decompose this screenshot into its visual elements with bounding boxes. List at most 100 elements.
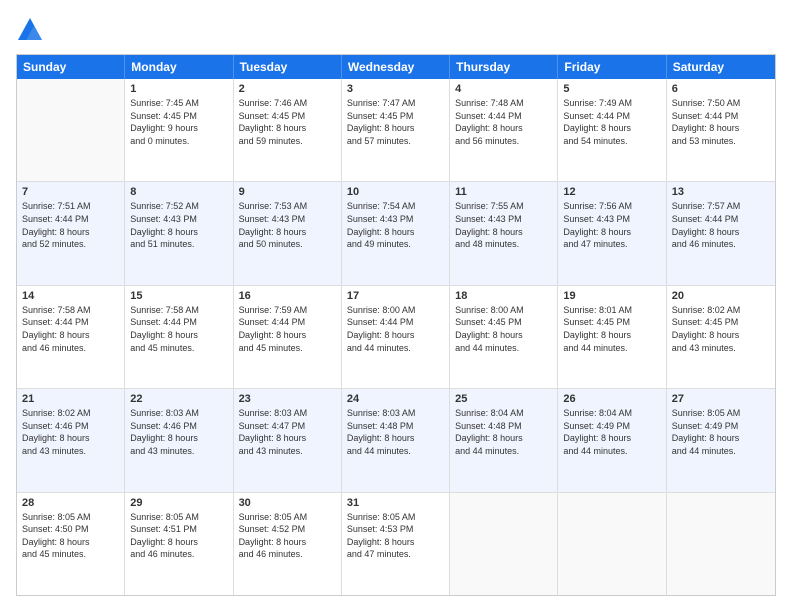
cell-line: Sunrise: 8:05 AM	[22, 511, 119, 524]
logo	[16, 16, 48, 44]
cell-line: Daylight: 8 hours	[130, 226, 227, 239]
cell-line: Daylight: 8 hours	[455, 432, 552, 445]
cell-line: and 59 minutes.	[239, 135, 336, 148]
cal-header-wednesday: Wednesday	[342, 55, 450, 79]
cell-line: Sunset: 4:47 PM	[239, 420, 336, 433]
cell-line: Sunset: 4:49 PM	[672, 420, 770, 433]
cell-line: and 56 minutes.	[455, 135, 552, 148]
cal-cell-day-29: 29Sunrise: 8:05 AMSunset: 4:51 PMDayligh…	[125, 493, 233, 595]
day-number: 9	[239, 186, 336, 198]
cell-line: Sunrise: 8:02 AM	[22, 407, 119, 420]
cell-line: Sunset: 4:48 PM	[455, 420, 552, 433]
cell-line: Sunset: 4:44 PM	[22, 316, 119, 329]
cell-line: and 53 minutes.	[672, 135, 770, 148]
cell-line: Sunrise: 7:55 AM	[455, 200, 552, 213]
cell-line: Sunrise: 8:04 AM	[455, 407, 552, 420]
cell-line: Daylight: 8 hours	[672, 329, 770, 342]
cell-line: Sunset: 4:49 PM	[563, 420, 660, 433]
cell-line: Daylight: 8 hours	[22, 536, 119, 549]
cell-line: Daylight: 8 hours	[239, 329, 336, 342]
cal-cell-day-24: 24Sunrise: 8:03 AMSunset: 4:48 PMDayligh…	[342, 389, 450, 491]
cell-line: Sunrise: 8:05 AM	[239, 511, 336, 524]
cell-line: Sunrise: 8:01 AM	[563, 304, 660, 317]
cal-cell-day-4: 4Sunrise: 7:48 AMSunset: 4:44 PMDaylight…	[450, 79, 558, 181]
cell-line: and 0 minutes.	[130, 135, 227, 148]
cell-line: Sunset: 4:45 PM	[563, 316, 660, 329]
page: SundayMondayTuesdayWednesdayThursdayFrid…	[0, 0, 792, 612]
day-number: 21	[22, 393, 119, 405]
cal-week-2: 7Sunrise: 7:51 AMSunset: 4:44 PMDaylight…	[17, 182, 775, 285]
cal-cell-day-6: 6Sunrise: 7:50 AMSunset: 4:44 PMDaylight…	[667, 79, 775, 181]
cal-week-1: 1Sunrise: 7:45 AMSunset: 4:45 PMDaylight…	[17, 79, 775, 182]
cell-line: Sunrise: 7:54 AM	[347, 200, 444, 213]
cal-cell-day-10: 10Sunrise: 7:54 AMSunset: 4:43 PMDayligh…	[342, 182, 450, 284]
cell-line: Sunset: 4:45 PM	[455, 316, 552, 329]
cell-line: Daylight: 8 hours	[455, 329, 552, 342]
cell-line: and 43 minutes.	[130, 445, 227, 458]
day-number: 29	[130, 497, 227, 509]
day-number: 12	[563, 186, 660, 198]
cell-line: and 46 minutes.	[22, 342, 119, 355]
day-number: 4	[455, 83, 552, 95]
day-number: 20	[672, 290, 770, 302]
cell-line: Daylight: 8 hours	[672, 432, 770, 445]
cell-line: and 51 minutes.	[130, 238, 227, 251]
cell-line: Sunset: 4:48 PM	[347, 420, 444, 433]
cell-line: Sunrise: 7:50 AM	[672, 97, 770, 110]
cal-cell-day-17: 17Sunrise: 8:00 AMSunset: 4:44 PMDayligh…	[342, 286, 450, 388]
cell-line: Sunset: 4:43 PM	[130, 213, 227, 226]
cell-line: Sunrise: 7:48 AM	[455, 97, 552, 110]
cell-line: Daylight: 8 hours	[347, 432, 444, 445]
cal-cell-day-7: 7Sunrise: 7:51 AMSunset: 4:44 PMDaylight…	[17, 182, 125, 284]
cell-line: and 45 minutes.	[239, 342, 336, 355]
cal-header-tuesday: Tuesday	[234, 55, 342, 79]
cell-line: Sunset: 4:44 PM	[455, 110, 552, 123]
cell-line: Sunset: 4:45 PM	[239, 110, 336, 123]
cell-line: and 46 minutes.	[239, 548, 336, 561]
cell-line: and 45 minutes.	[130, 342, 227, 355]
cell-line: Sunrise: 8:03 AM	[239, 407, 336, 420]
cell-line: Sunset: 4:46 PM	[130, 420, 227, 433]
cell-line: Sunset: 4:52 PM	[239, 523, 336, 536]
cell-line: Sunrise: 8:03 AM	[347, 407, 444, 420]
cell-line: and 44 minutes.	[672, 445, 770, 458]
cell-line: Sunrise: 7:46 AM	[239, 97, 336, 110]
cell-line: and 52 minutes.	[22, 238, 119, 251]
day-number: 28	[22, 497, 119, 509]
day-number: 14	[22, 290, 119, 302]
day-number: 25	[455, 393, 552, 405]
cell-line: Sunset: 4:43 PM	[347, 213, 444, 226]
cell-line: Sunrise: 7:59 AM	[239, 304, 336, 317]
cal-header-friday: Friday	[558, 55, 666, 79]
cell-line: and 44 minutes.	[455, 342, 552, 355]
cal-cell-day-26: 26Sunrise: 8:04 AMSunset: 4:49 PMDayligh…	[558, 389, 666, 491]
cell-line: and 43 minutes.	[672, 342, 770, 355]
cell-line: and 49 minutes.	[347, 238, 444, 251]
cal-week-5: 28Sunrise: 8:05 AMSunset: 4:50 PMDayligh…	[17, 493, 775, 595]
cal-cell-day-13: 13Sunrise: 7:57 AMSunset: 4:44 PMDayligh…	[667, 182, 775, 284]
calendar-header-row: SundayMondayTuesdayWednesdayThursdayFrid…	[17, 55, 775, 79]
cal-cell-day-11: 11Sunrise: 7:55 AMSunset: 4:43 PMDayligh…	[450, 182, 558, 284]
cal-header-saturday: Saturday	[667, 55, 775, 79]
cell-line: Sunrise: 8:05 AM	[672, 407, 770, 420]
day-number: 11	[455, 186, 552, 198]
cell-line: Sunrise: 8:05 AM	[347, 511, 444, 524]
cell-line: Daylight: 8 hours	[130, 329, 227, 342]
cal-cell-day-1: 1Sunrise: 7:45 AMSunset: 4:45 PMDaylight…	[125, 79, 233, 181]
cell-line: and 44 minutes.	[347, 445, 444, 458]
cell-line: Sunset: 4:44 PM	[672, 110, 770, 123]
cell-line: and 46 minutes.	[130, 548, 227, 561]
day-number: 2	[239, 83, 336, 95]
cell-line: Daylight: 8 hours	[239, 226, 336, 239]
cal-cell-day-31: 31Sunrise: 8:05 AMSunset: 4:53 PMDayligh…	[342, 493, 450, 595]
cell-line: Sunrise: 7:51 AM	[22, 200, 119, 213]
cell-line: Sunrise: 8:00 AM	[347, 304, 444, 317]
cal-cell-day-5: 5Sunrise: 7:49 AMSunset: 4:44 PMDaylight…	[558, 79, 666, 181]
cell-line: Daylight: 8 hours	[22, 329, 119, 342]
cell-line: Sunset: 4:44 PM	[22, 213, 119, 226]
cal-cell-day-14: 14Sunrise: 7:58 AMSunset: 4:44 PMDayligh…	[17, 286, 125, 388]
cell-line: Sunset: 4:45 PM	[347, 110, 444, 123]
calendar: SundayMondayTuesdayWednesdayThursdayFrid…	[16, 54, 776, 596]
day-number: 13	[672, 186, 770, 198]
cell-line: Daylight: 8 hours	[239, 536, 336, 549]
